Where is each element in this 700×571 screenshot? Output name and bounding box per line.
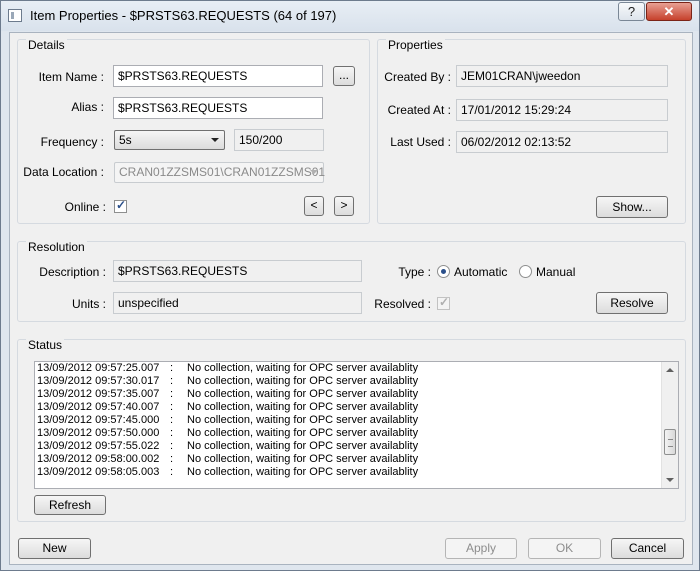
online-checkbox[interactable]: ✓ <box>114 198 127 213</box>
radio-selected-dot <box>441 269 446 274</box>
automatic-radio[interactable] <box>437 265 450 278</box>
data-location-value: CRAN01ZZSMS01\CRAN01ZZSMS01 <box>119 165 326 179</box>
refresh-button[interactable]: Refresh <box>34 495 106 515</box>
collection-count: 150/200 <box>234 129 324 151</box>
help-button[interactable]: ? <box>618 2 645 21</box>
log-separator: : <box>170 414 174 426</box>
resolution-group-title: Resolution <box>26 240 87 254</box>
alias-field[interactable]: $PRSTS63.REQUESTS <box>113 97 323 119</box>
status-log[interactable]: 13/09/2012 09:57:25.007 : No collection,… <box>34 361 679 489</box>
previous-item-button[interactable]: < <box>304 196 324 216</box>
close-button[interactable]: ✕ <box>646 2 692 21</box>
log-separator: : <box>170 388 174 400</box>
dialog-client-area: Details Item Name : $PRSTS63.REQUESTS ..… <box>9 32 693 565</box>
next-item-button[interactable]: > <box>334 196 354 216</box>
log-separator: : <box>170 401 174 413</box>
units-value: unspecified <box>113 292 362 314</box>
manual-label[interactable]: Manual <box>536 265 575 279</box>
log-scrollbar[interactable] <box>661 362 678 488</box>
description-value: $PRSTS63.REQUESTS <box>113 260 362 282</box>
scroll-down-arrow-icon[interactable] <box>666 478 674 482</box>
frequency-label: Frequency : <box>40 135 104 149</box>
log-message: No collection, waiting for OPC server av… <box>187 466 419 478</box>
log-timestamp: 13/09/2012 09:57:45.000 <box>37 414 160 426</box>
last-used-label: Last Used : <box>390 135 451 149</box>
title-bar: Item Properties - $PRSTS63.REQUESTS (64 … <box>1 1 699 31</box>
description-label: Description : <box>39 265 106 279</box>
new-button[interactable]: New <box>18 538 91 559</box>
resolved-checkbox: ✓ <box>437 295 450 310</box>
log-message: No collection, waiting for OPC server av… <box>187 401 419 413</box>
window-title: Item Properties - $PRSTS63.REQUESTS (64 … <box>30 8 337 23</box>
frequency-dropdown[interactable]: 5s <box>114 130 225 150</box>
log-separator: : <box>170 440 174 452</box>
log-timestamp: 13/09/2012 09:57:40.007 <box>37 401 160 413</box>
log-timestamp: 13/09/2012 09:58:05.003 <box>37 466 160 478</box>
resolved-label: Resolved : <box>374 297 431 311</box>
log-message: No collection, waiting for OPC server av… <box>187 427 419 439</box>
resolve-button[interactable]: Resolve <box>596 292 668 314</box>
log-timestamp: 13/09/2012 09:57:50.000 <box>37 427 160 439</box>
status-group-title: Status <box>26 338 65 352</box>
automatic-label[interactable]: Automatic <box>454 265 507 279</box>
manual-radio[interactable] <box>519 265 532 278</box>
log-separator: : <box>170 427 174 439</box>
log-separator: : <box>170 453 174 465</box>
created-by-value: JEM01CRAN\jweedon <box>456 65 668 87</box>
details-group-title: Details <box>26 38 67 52</box>
frequency-value: 5s <box>119 133 132 147</box>
log-message: No collection, waiting for OPC server av… <box>187 440 419 452</box>
created-at-value: 17/01/2012 15:29:24 <box>456 99 668 121</box>
online-label: Online : <box>64 200 106 214</box>
ok-button[interactable]: OK <box>528 538 601 559</box>
log-timestamp: 13/09/2012 09:57:30.017 <box>37 375 160 387</box>
cancel-button[interactable]: Cancel <box>611 538 684 559</box>
item-properties-window: Item Properties - $PRSTS63.REQUESTS (64 … <box>0 0 700 571</box>
created-at-label: Created At : <box>387 103 451 117</box>
log-message: No collection, waiting for OPC server av… <box>187 375 419 387</box>
data-location-label: Data Location : <box>23 165 104 179</box>
log-separator: : <box>170 375 174 387</box>
units-label: Units : <box>71 297 106 311</box>
log-message: No collection, waiting for OPC server av… <box>187 453 419 465</box>
log-timestamp: 13/09/2012 09:58:00.002 <box>37 453 160 465</box>
log-message: No collection, waiting for OPC server av… <box>187 414 419 426</box>
checkmark-icon: ✓ <box>439 295 450 309</box>
log-timestamp: 13/09/2012 09:57:35.007 <box>37 388 160 400</box>
window-icon <box>8 9 22 22</box>
log-message: No collection, waiting for OPC server av… <box>187 362 419 374</box>
checkmark-icon: ✓ <box>116 198 127 212</box>
log-separator: : <box>170 362 174 374</box>
item-name-label: Item Name : <box>38 70 104 84</box>
browse-button[interactable]: ... <box>333 66 355 86</box>
last-used-value: 06/02/2012 02:13:52 <box>456 131 668 153</box>
scrollbar-thumb[interactable] <box>664 429 676 455</box>
item-name-field[interactable]: $PRSTS63.REQUESTS <box>113 65 323 87</box>
show-button[interactable]: Show... <box>596 196 668 218</box>
log-timestamp: 13/09/2012 09:57:55.022 <box>37 440 160 452</box>
apply-button[interactable]: Apply <box>445 538 517 559</box>
created-by-label: Created By : <box>384 70 451 84</box>
alias-label: Alias : <box>71 100 104 114</box>
chevron-down-icon <box>310 170 318 174</box>
log-separator: : <box>170 466 174 478</box>
data-location-dropdown: CRAN01ZZSMS01\CRAN01ZZSMS01 <box>114 162 326 183</box>
log-timestamp: 13/09/2012 09:57:25.007 <box>37 362 160 374</box>
chevron-down-icon <box>211 138 219 142</box>
scroll-up-arrow-icon[interactable] <box>666 368 674 372</box>
log-message: No collection, waiting for OPC server av… <box>187 388 419 400</box>
properties-group-title: Properties <box>386 38 445 52</box>
type-label: Type : <box>398 265 431 279</box>
